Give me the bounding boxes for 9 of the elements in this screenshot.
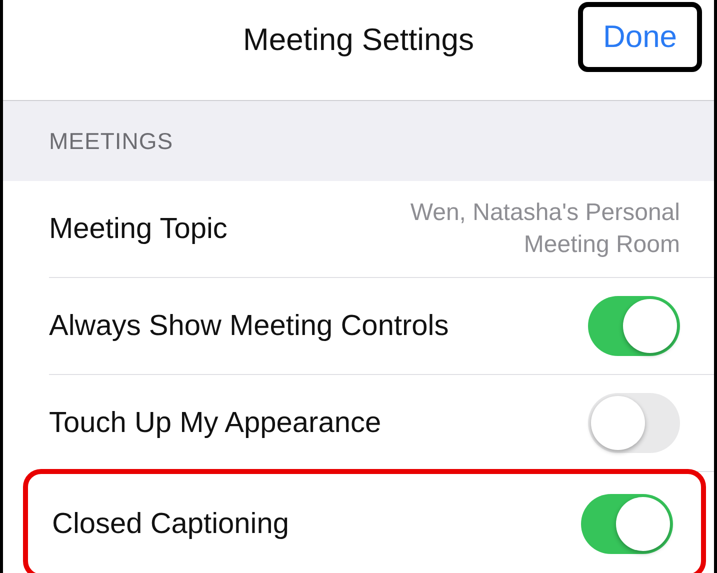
toggle-switch[interactable] xyxy=(588,296,680,356)
row-label: Meeting Topic xyxy=(49,212,228,246)
row-value: Wen, Natasha's Personal Meeting Room xyxy=(409,198,680,260)
row-label: Always Show Meeting Controls xyxy=(49,310,449,342)
done-button[interactable]: Done xyxy=(578,2,702,72)
section-title: MEETINGS xyxy=(49,128,174,154)
row-label: Closed Captioning xyxy=(52,508,289,540)
screen-title: Meeting Settings xyxy=(243,22,474,58)
row-label: Touch Up My Appearance xyxy=(49,406,382,440)
